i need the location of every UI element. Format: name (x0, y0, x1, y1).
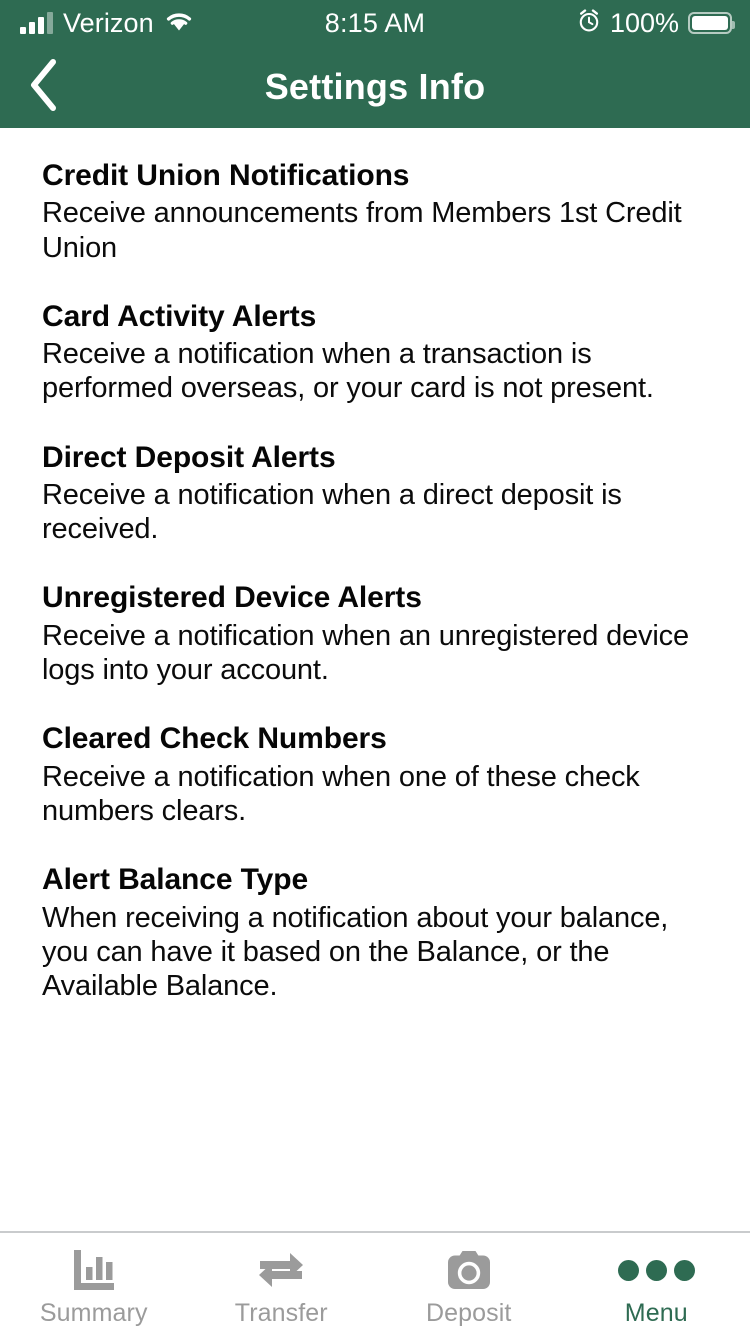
camera-icon (446, 1247, 492, 1293)
transfer-arrows-icon (256, 1247, 306, 1293)
battery-full-icon (688, 12, 735, 34)
section-title: Card Activity Alerts (42, 299, 317, 333)
tab-label: Menu (624, 1299, 688, 1327)
info-section: Unregistered Device Alerts Receive a not… (42, 580, 708, 687)
tab-label: Deposit (426, 1299, 512, 1327)
section-title: Direct Deposit Alerts (42, 440, 336, 474)
section-title: Alert Balance Type (42, 863, 309, 897)
signal-bars-icon (20, 12, 53, 34)
alarm-clock-icon (577, 8, 601, 38)
tab-transfer[interactable]: Transfer (188, 1233, 376, 1334)
tab-menu[interactable]: Menu (563, 1233, 750, 1334)
battery-percent-label: 100% (609, 7, 679, 38)
info-section: Cleared Check Numbers Receive a notifica… (42, 721, 708, 828)
phone-screen: Verizon 8:15 AM 100% Settings Info Credi… (0, 0, 750, 1334)
settings-info-content: Credit Union Notifications Receive annou… (0, 128, 750, 1231)
section-description: Receive a notification when a direct dep… (42, 479, 622, 546)
page-title: Settings Info (264, 66, 486, 107)
tab-label: Summary (39, 1299, 148, 1327)
section-description: Receive a notification when one of these… (42, 760, 640, 827)
section-description: Receive announcements from Members 1st C… (42, 197, 682, 264)
tab-deposit[interactable]: Deposit (375, 1233, 563, 1334)
info-section: Credit Union Notifications Receive annou… (42, 158, 708, 265)
bottom-tab-bar: Summary Transfer Deposit Menu (0, 1231, 750, 1334)
chevron-left-icon (27, 58, 59, 117)
tab-label: Transfer (234, 1299, 328, 1327)
section-description: Receive a notification when an unregiste… (42, 619, 690, 687)
wifi-icon (164, 10, 194, 37)
section-title: Unregistered Device Alerts (42, 581, 422, 615)
three-dots-icon (617, 1247, 695, 1293)
info-section: Direct Deposit Alerts Receive a notifica… (42, 440, 708, 547)
info-section: Card Activity Alerts Receive a notificat… (42, 299, 708, 406)
section-title: Credit Union Notifications (42, 159, 410, 192)
section-title: Cleared Check Numbers (42, 722, 387, 756)
status-bar: Verizon 8:15 AM 100% (0, 0, 750, 46)
status-bar-left: Verizon (20, 8, 376, 39)
section-description: Receive a notification when a transactio… (42, 338, 654, 405)
back-button[interactable] (0, 46, 86, 128)
bar-chart-icon (71, 1247, 117, 1293)
section-description: When receiving a notification about your… (42, 901, 669, 1002)
tab-summary[interactable]: Summary (0, 1233, 188, 1334)
status-bar-right: 100% (376, 7, 735, 39)
nav-bar: Settings Info (0, 46, 750, 128)
carrier-label: Verizon (63, 7, 154, 38)
info-section: Alert Balance Type When receiving a noti… (42, 862, 708, 1003)
